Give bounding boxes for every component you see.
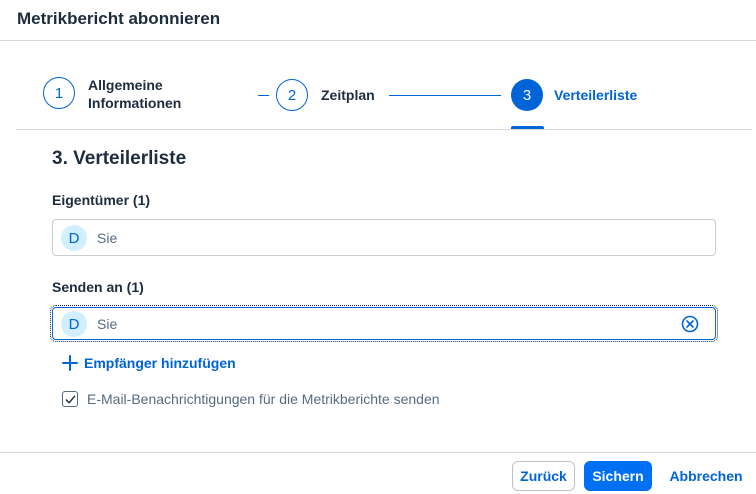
owner-label: Eigentümer (1)	[52, 192, 151, 208]
email-notification-option[interactable]: E-Mail-Benachrichtigungen für die Metrik…	[62, 391, 440, 407]
dialog-footer: Zurück Sichern Abbrechen	[0, 452, 756, 494]
back-button[interactable]: Zurück	[512, 461, 575, 491]
step-2-label[interactable]: Zeitplan	[321, 86, 375, 104]
email-notification-checkbox[interactable]	[62, 391, 78, 407]
step-1-label-line2: Informationen	[88, 95, 182, 111]
owner-avatar: D	[61, 225, 87, 251]
step-3-label[interactable]: Verteilerliste	[554, 86, 637, 104]
dialog-header: Metrikbericht abonnieren	[0, 0, 756, 41]
step-3-indicator[interactable]: 3	[511, 79, 543, 111]
section-title: 3. Verteilerliste	[52, 148, 187, 169]
owner-field: D Sie	[52, 219, 716, 256]
step-1-number: 1	[54, 84, 64, 102]
recipient-avatar: D	[61, 311, 87, 337]
step-1-indicator[interactable]: 1	[43, 77, 75, 109]
save-button[interactable]: Sichern	[584, 461, 652, 491]
clear-circle-icon[interactable]	[681, 315, 699, 333]
step-connector-2	[389, 95, 501, 96]
add-recipient-button[interactable]: Empfänger hinzufügen	[62, 355, 236, 371]
step-3-number: 3	[522, 86, 532, 104]
dialog-title: Metrikbericht abonnieren	[17, 9, 221, 28]
recipient-token-text: Sie	[97, 316, 118, 332]
step-2-number: 2	[287, 86, 297, 104]
add-recipient-label: Empfänger hinzufügen	[84, 355, 236, 371]
step-1-label[interactable]: Allgemeine Informationen	[88, 76, 181, 112]
plus-icon	[62, 355, 78, 371]
email-notification-label: E-Mail-Benachrichtigungen für die Metrik…	[87, 391, 440, 407]
active-step-indicator	[511, 126, 544, 129]
checkmark-icon	[65, 395, 75, 403]
step-connector-1	[258, 95, 269, 96]
wizard-progress-bar: 1 Allgemeine Informationen 2 Zeitplan 3 …	[16, 42, 752, 130]
send-to-label: Senden an (1)	[52, 279, 144, 295]
step-2-indicator[interactable]: 2	[276, 79, 308, 111]
cancel-button[interactable]: Abbrechen	[664, 461, 748, 491]
step-1-label-line1: Allgemeine	[88, 77, 163, 93]
owner-token-text: Sie	[97, 230, 118, 246]
send-to-field[interactable]: D Sie	[50, 305, 718, 342]
